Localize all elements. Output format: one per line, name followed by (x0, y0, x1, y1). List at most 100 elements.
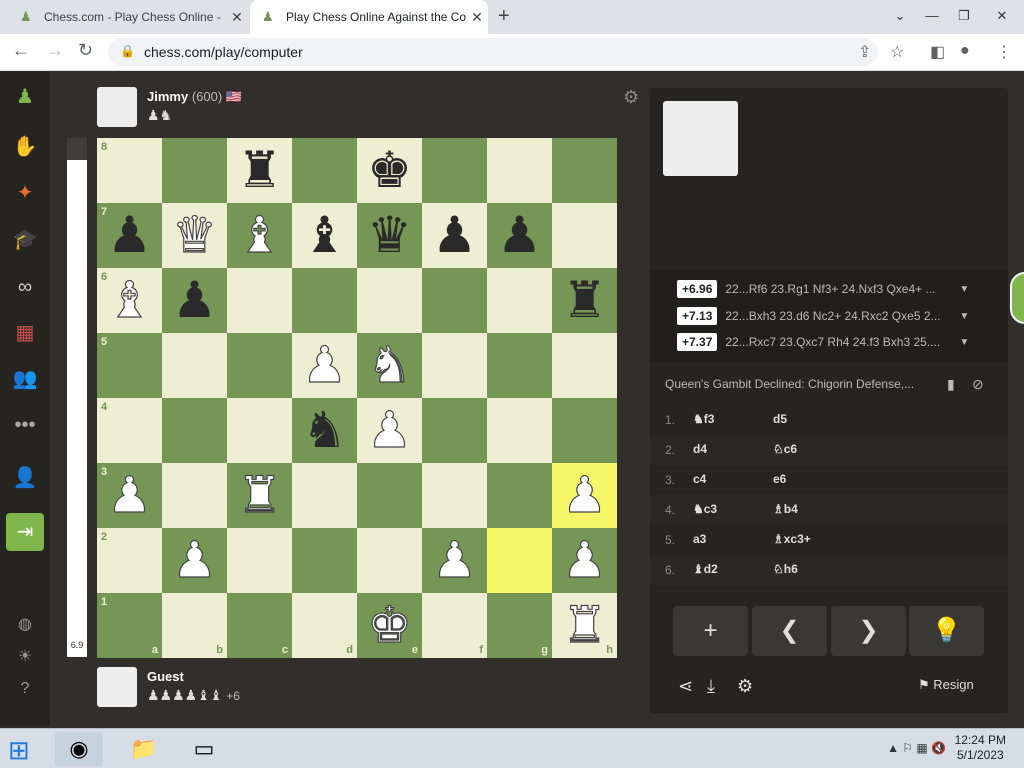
close-tab-icon[interactable]: ✕ (466, 9, 488, 26)
square-g1[interactable]: g (487, 593, 552, 658)
square-e6[interactable] (357, 268, 422, 333)
restore-button[interactable]: ❐ (948, 0, 980, 34)
square-b3[interactable] (162, 463, 227, 528)
square-d7[interactable]: ♝ (292, 203, 357, 268)
chevron-down-icon[interactable]: ▼ (959, 284, 969, 295)
square-e2[interactable] (357, 528, 422, 593)
chess-piece[interactable]: ♟ (97, 463, 162, 528)
chess-piece[interactable]: ♛ (162, 203, 227, 268)
square-f3[interactable] (422, 463, 487, 528)
side-panel-icon[interactable]: ◧ (930, 42, 945, 62)
square-a5[interactable]: 5 (97, 333, 162, 398)
square-a4[interactable]: 4 (97, 398, 162, 463)
square-c6[interactable] (227, 268, 292, 333)
white-move[interactable]: c4 (693, 472, 706, 486)
chess-piece[interactable]: ♟ (162, 268, 227, 333)
chess-board[interactable]: 8 ♜ ♚ 7 ♟ ♛ ♝ ♝ ♛ ♟ ♟ 6 ♝ ♟ ♜ 5 ♟ ♞ 4 ♞ ♟ 3 ♟ ♜ ♟ 2 ♟ ♟ ♟ 1 a b c d e ♚ f g h ♜ (97, 138, 617, 658)
chess-piece[interactable]: ♚ (357, 138, 422, 203)
square-g3[interactable] (487, 463, 552, 528)
back-button[interactable]: ← (12, 40, 30, 61)
black-move[interactable]: d5 (773, 412, 787, 426)
square-d6[interactable] (292, 268, 357, 333)
square-f8[interactable] (422, 138, 487, 203)
chess-piece[interactable]: ♜ (227, 138, 292, 203)
chess-piece[interactable]: ♟ (97, 203, 162, 268)
chess-piece[interactable]: ♛ (357, 203, 422, 268)
settings-gear-icon[interactable]: ⚙ (737, 676, 753, 697)
square-e4[interactable]: ♟ (357, 398, 422, 463)
opponent-name[interactable]: Jimmy (147, 89, 188, 104)
new-tab-button[interactable]: + (498, 5, 510, 28)
chess-piece[interactable]: ♟ (162, 528, 227, 593)
square-f6[interactable] (422, 268, 487, 333)
chess-piece[interactable]: ♟ (422, 203, 487, 268)
white-move[interactable]: a3 (693, 532, 706, 546)
white-move[interactable]: ♞c3 (693, 502, 717, 516)
square-g8[interactable] (487, 138, 552, 203)
chess-piece[interactable]: ♟ (552, 463, 617, 528)
white-move[interactable]: d4 (693, 442, 707, 456)
learn-cap-icon[interactable]: 🎓 (11, 226, 39, 254)
close-window-button[interactable]: ✕ (980, 0, 1024, 34)
square-g4[interactable] (487, 398, 552, 463)
system-tray[interactable]: ▲ ⚐ ▦ 🔇 (887, 741, 946, 755)
chess-piece[interactable]: ♜ (552, 268, 617, 333)
share-icon[interactable]: ⇪ (858, 42, 871, 62)
tab-search-icon[interactable]: ⌄ (884, 0, 916, 34)
square-e1[interactable]: e ♚ (357, 593, 422, 658)
chess-piece[interactable]: ♝ (292, 203, 357, 268)
square-c1[interactable]: c (227, 593, 292, 658)
black-move[interactable]: ♘h6 (773, 562, 798, 576)
chess-piece[interactable]: ♞ (357, 333, 422, 398)
chess-piece[interactable]: ♟ (357, 398, 422, 463)
start-windows-icon[interactable]: ⊞ (8, 735, 30, 766)
square-a1[interactable]: 1a (97, 593, 162, 658)
chess-piece[interactable]: ♟ (422, 528, 487, 593)
explore-compass-icon[interactable]: ⊘ (972, 376, 984, 393)
square-c2[interactable] (227, 528, 292, 593)
terminal-icon[interactable]: ▭ (180, 732, 228, 766)
previous-move-button[interactable]: ❮ (752, 606, 827, 656)
engine-line[interactable]: +7.37 22...Rxc7 23.Qxc7 Rh4 24.f3 Bxh3 2… (677, 331, 969, 353)
tab-play-computer[interactable]: ♟ Play Chess Online Against the Co ✕ (250, 0, 488, 34)
square-d4[interactable]: ♞ (292, 398, 357, 463)
square-b6[interactable]: ♟ (162, 268, 227, 333)
square-f4[interactable] (422, 398, 487, 463)
square-f7[interactable]: ♟ (422, 203, 487, 268)
news-icon[interactable]: ▦ (11, 319, 39, 347)
theme-sun-icon[interactable]: ☀ (11, 643, 39, 671)
next-move-button[interactable]: ❯ (831, 606, 906, 656)
square-f1[interactable]: f (422, 593, 487, 658)
square-g5[interactable] (487, 333, 552, 398)
clock[interactable]: 12:24 PM 5/1/2023 (955, 733, 1006, 763)
chess-piece[interactable]: ♜ (552, 593, 617, 658)
url-text[interactable]: chess.com/play/computer (144, 44, 303, 60)
square-d1[interactable]: d (292, 593, 357, 658)
board-settings-gear-icon[interactable]: ⚙ (623, 87, 639, 108)
file-explorer-icon[interactable]: 📁 (120, 732, 168, 766)
chess-piece[interactable]: ♟ (487, 203, 552, 268)
square-b1[interactable]: b (162, 593, 227, 658)
tab-chess-home[interactable]: ♟ Chess.com - Play Chess Online - ✕ (8, 0, 248, 34)
language-globe-icon[interactable]: ◍ (11, 611, 39, 639)
white-move[interactable]: ♞f3 (693, 412, 714, 426)
black-move[interactable]: ♗xc3+ (773, 532, 811, 546)
black-move[interactable]: ♘c6 (773, 442, 797, 456)
bookmark-star-icon[interactable]: ☆ (890, 42, 904, 62)
square-h8[interactable] (552, 138, 617, 203)
square-c5[interactable] (227, 333, 292, 398)
square-c3[interactable]: ♜ (227, 463, 292, 528)
square-g6[interactable] (487, 268, 552, 333)
puzzles-icon[interactable]: ✦ (11, 179, 39, 207)
minimize-button[interactable]: — (916, 0, 948, 34)
square-b4[interactable] (162, 398, 227, 463)
square-f2[interactable]: ♟ (422, 528, 487, 593)
reload-button[interactable]: ↻ (78, 40, 93, 61)
play-hand-icon[interactable]: ✋ (11, 133, 39, 161)
close-tab-icon[interactable]: ✕ (226, 9, 248, 26)
square-e8[interactable]: ♚ (357, 138, 422, 203)
download-icon[interactable]: ⤓ (707, 676, 715, 697)
chess-piece[interactable]: ♞ (292, 398, 357, 463)
square-h4[interactable] (552, 398, 617, 463)
help-icon[interactable]: ? (11, 675, 39, 703)
